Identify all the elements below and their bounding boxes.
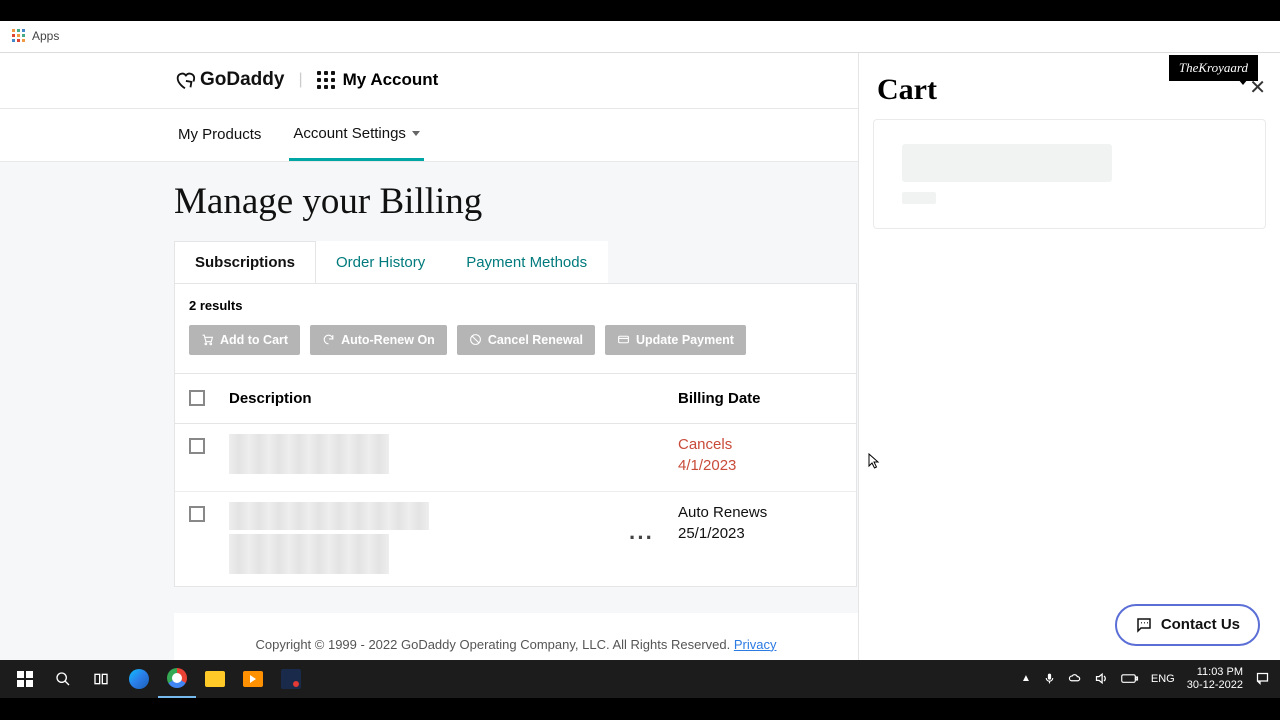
contact-us-label: Contact Us [1161, 616, 1240, 633]
microphone-icon[interactable] [1043, 672, 1056, 685]
update-payment-button[interactable]: Update Payment [605, 325, 746, 355]
auto-renew-on-button[interactable]: Auto-Renew On [310, 325, 447, 355]
billing-tabs: Subscriptions Order History Payment Meth… [174, 241, 858, 283]
billing-date: 25/1/2023 [678, 523, 846, 545]
tray-time: 11:03 PM [1187, 666, 1243, 679]
card-icon [617, 333, 630, 346]
brand-text: GoDaddy [200, 69, 284, 91]
apps-label: Apps [32, 29, 59, 43]
media-player-icon [243, 671, 263, 687]
billing-status: Cancels [678, 434, 846, 456]
taskbar-app-media[interactable] [234, 660, 272, 698]
recorder-icon [281, 669, 301, 689]
site-header: GoDaddy | My Account [0, 53, 858, 108]
table-header: Description Billing Date [175, 373, 856, 424]
cart-panel: TheKroyaard ✕ Cart Contact Us [858, 53, 1280, 660]
chevron-down-icon [412, 131, 420, 136]
windows-taskbar: ▲ ENG 11:03 PM 30-12-2022 [0, 660, 1280, 698]
tray-date: 30-12-2022 [1187, 679, 1243, 692]
table-row: Cancels 4/1/2023 [175, 424, 856, 492]
onedrive-icon[interactable] [1068, 672, 1082, 686]
tab-account-settings[interactable]: Account Settings [289, 109, 424, 161]
search-button[interactable] [44, 660, 82, 698]
billing-status: Auto Renews [678, 502, 846, 524]
redacted-text [229, 434, 389, 474]
taskbar-app-explorer[interactable] [196, 660, 234, 698]
redacted-text [229, 502, 429, 530]
cart-icon [201, 333, 214, 346]
cart-item-skeleton [873, 119, 1266, 229]
apps-grid-icon [12, 29, 26, 43]
my-account-label: My Account [343, 70, 439, 90]
page-title: Manage your Billing [174, 180, 858, 223]
refresh-icon [322, 333, 335, 346]
battery-icon[interactable] [1121, 672, 1139, 685]
skeleton-line [902, 192, 936, 204]
start-button[interactable] [6, 660, 44, 698]
letterbox-top [0, 0, 1280, 21]
row-checkbox[interactable] [189, 506, 205, 522]
tab-subscriptions[interactable]: Subscriptions [174, 241, 316, 283]
edge-icon [129, 669, 149, 689]
tray-clock[interactable]: 11:03 PM 30-12-2022 [1187, 666, 1243, 691]
tab-order-history[interactable]: Order History [315, 241, 446, 283]
cart-title: Cart [877, 73, 937, 107]
channel-watermark: TheKroyaard [1169, 55, 1258, 81]
redacted-text [229, 534, 389, 574]
volume-icon[interactable] [1094, 671, 1109, 686]
results-count: 2 results [189, 298, 842, 313]
subscriptions-panel: 2 results Add to Cart Auto-Renew On [174, 283, 857, 587]
header-divider: | [298, 71, 302, 89]
privacy-link[interactable]: Privacy [734, 637, 777, 652]
tab-payment-methods[interactable]: Payment Methods [445, 241, 608, 283]
tab-my-products[interactable]: My Products [174, 109, 265, 161]
bookmarks-bar: Apps [0, 21, 1280, 53]
folder-icon [205, 671, 225, 687]
cancel-icon [469, 333, 482, 346]
add-to-cart-button[interactable]: Add to Cart [189, 325, 300, 355]
page-body: Manage your Billing Subscriptions Order … [0, 162, 858, 660]
primary-nav: My Products Account Settings [0, 108, 858, 162]
godaddy-logo[interactable]: GoDaddy [174, 69, 284, 91]
apps-waffle-icon [317, 71, 335, 89]
row-more-icon[interactable]: ··· [629, 525, 654, 551]
tray-chevron-icon[interactable]: ▲ [1021, 673, 1031, 684]
chat-icon [1135, 616, 1153, 634]
row-checkbox[interactable] [189, 438, 205, 454]
notifications-icon[interactable] [1255, 671, 1270, 686]
skeleton-line [902, 144, 1112, 182]
godaddy-logo-icon [174, 69, 196, 91]
page-footer: Copyright © 1999 - 2022 GoDaddy Operatin… [174, 613, 858, 660]
table-row: ··· Auto Renews 25/1/2023 [175, 492, 856, 586]
billing-date: 4/1/2023 [678, 455, 846, 477]
browser-viewport: Apps GoDaddy | My Account My [0, 21, 1280, 660]
apps-shortcut[interactable]: Apps [12, 29, 59, 43]
search-icon [55, 671, 71, 687]
copyright-text: Copyright © 1999 - 2022 GoDaddy Operatin… [256, 637, 734, 652]
cancel-renewal-button[interactable]: Cancel Renewal [457, 325, 595, 355]
bulk-action-row: Add to Cart Auto-Renew On Cancel Renewal [189, 325, 842, 355]
task-view-button[interactable] [82, 660, 120, 698]
page-column: GoDaddy | My Account My Products Account… [0, 53, 858, 660]
windows-icon [17, 671, 33, 687]
letterbox-bottom [0, 698, 1280, 720]
taskbar-app-chrome[interactable] [158, 660, 196, 698]
col-billing-date: Billing Date [668, 374, 856, 423]
contact-us-button[interactable]: Contact Us [1115, 604, 1260, 646]
select-all-checkbox[interactable] [189, 390, 205, 406]
my-account-link[interactable]: My Account [317, 70, 439, 90]
taskbar-app-edge[interactable] [120, 660, 158, 698]
task-view-icon [93, 671, 109, 687]
tray-language[interactable]: ENG [1151, 673, 1175, 685]
col-description: Description [219, 374, 668, 423]
chrome-icon [167, 668, 187, 688]
taskbar-app-recorder[interactable] [272, 660, 310, 698]
